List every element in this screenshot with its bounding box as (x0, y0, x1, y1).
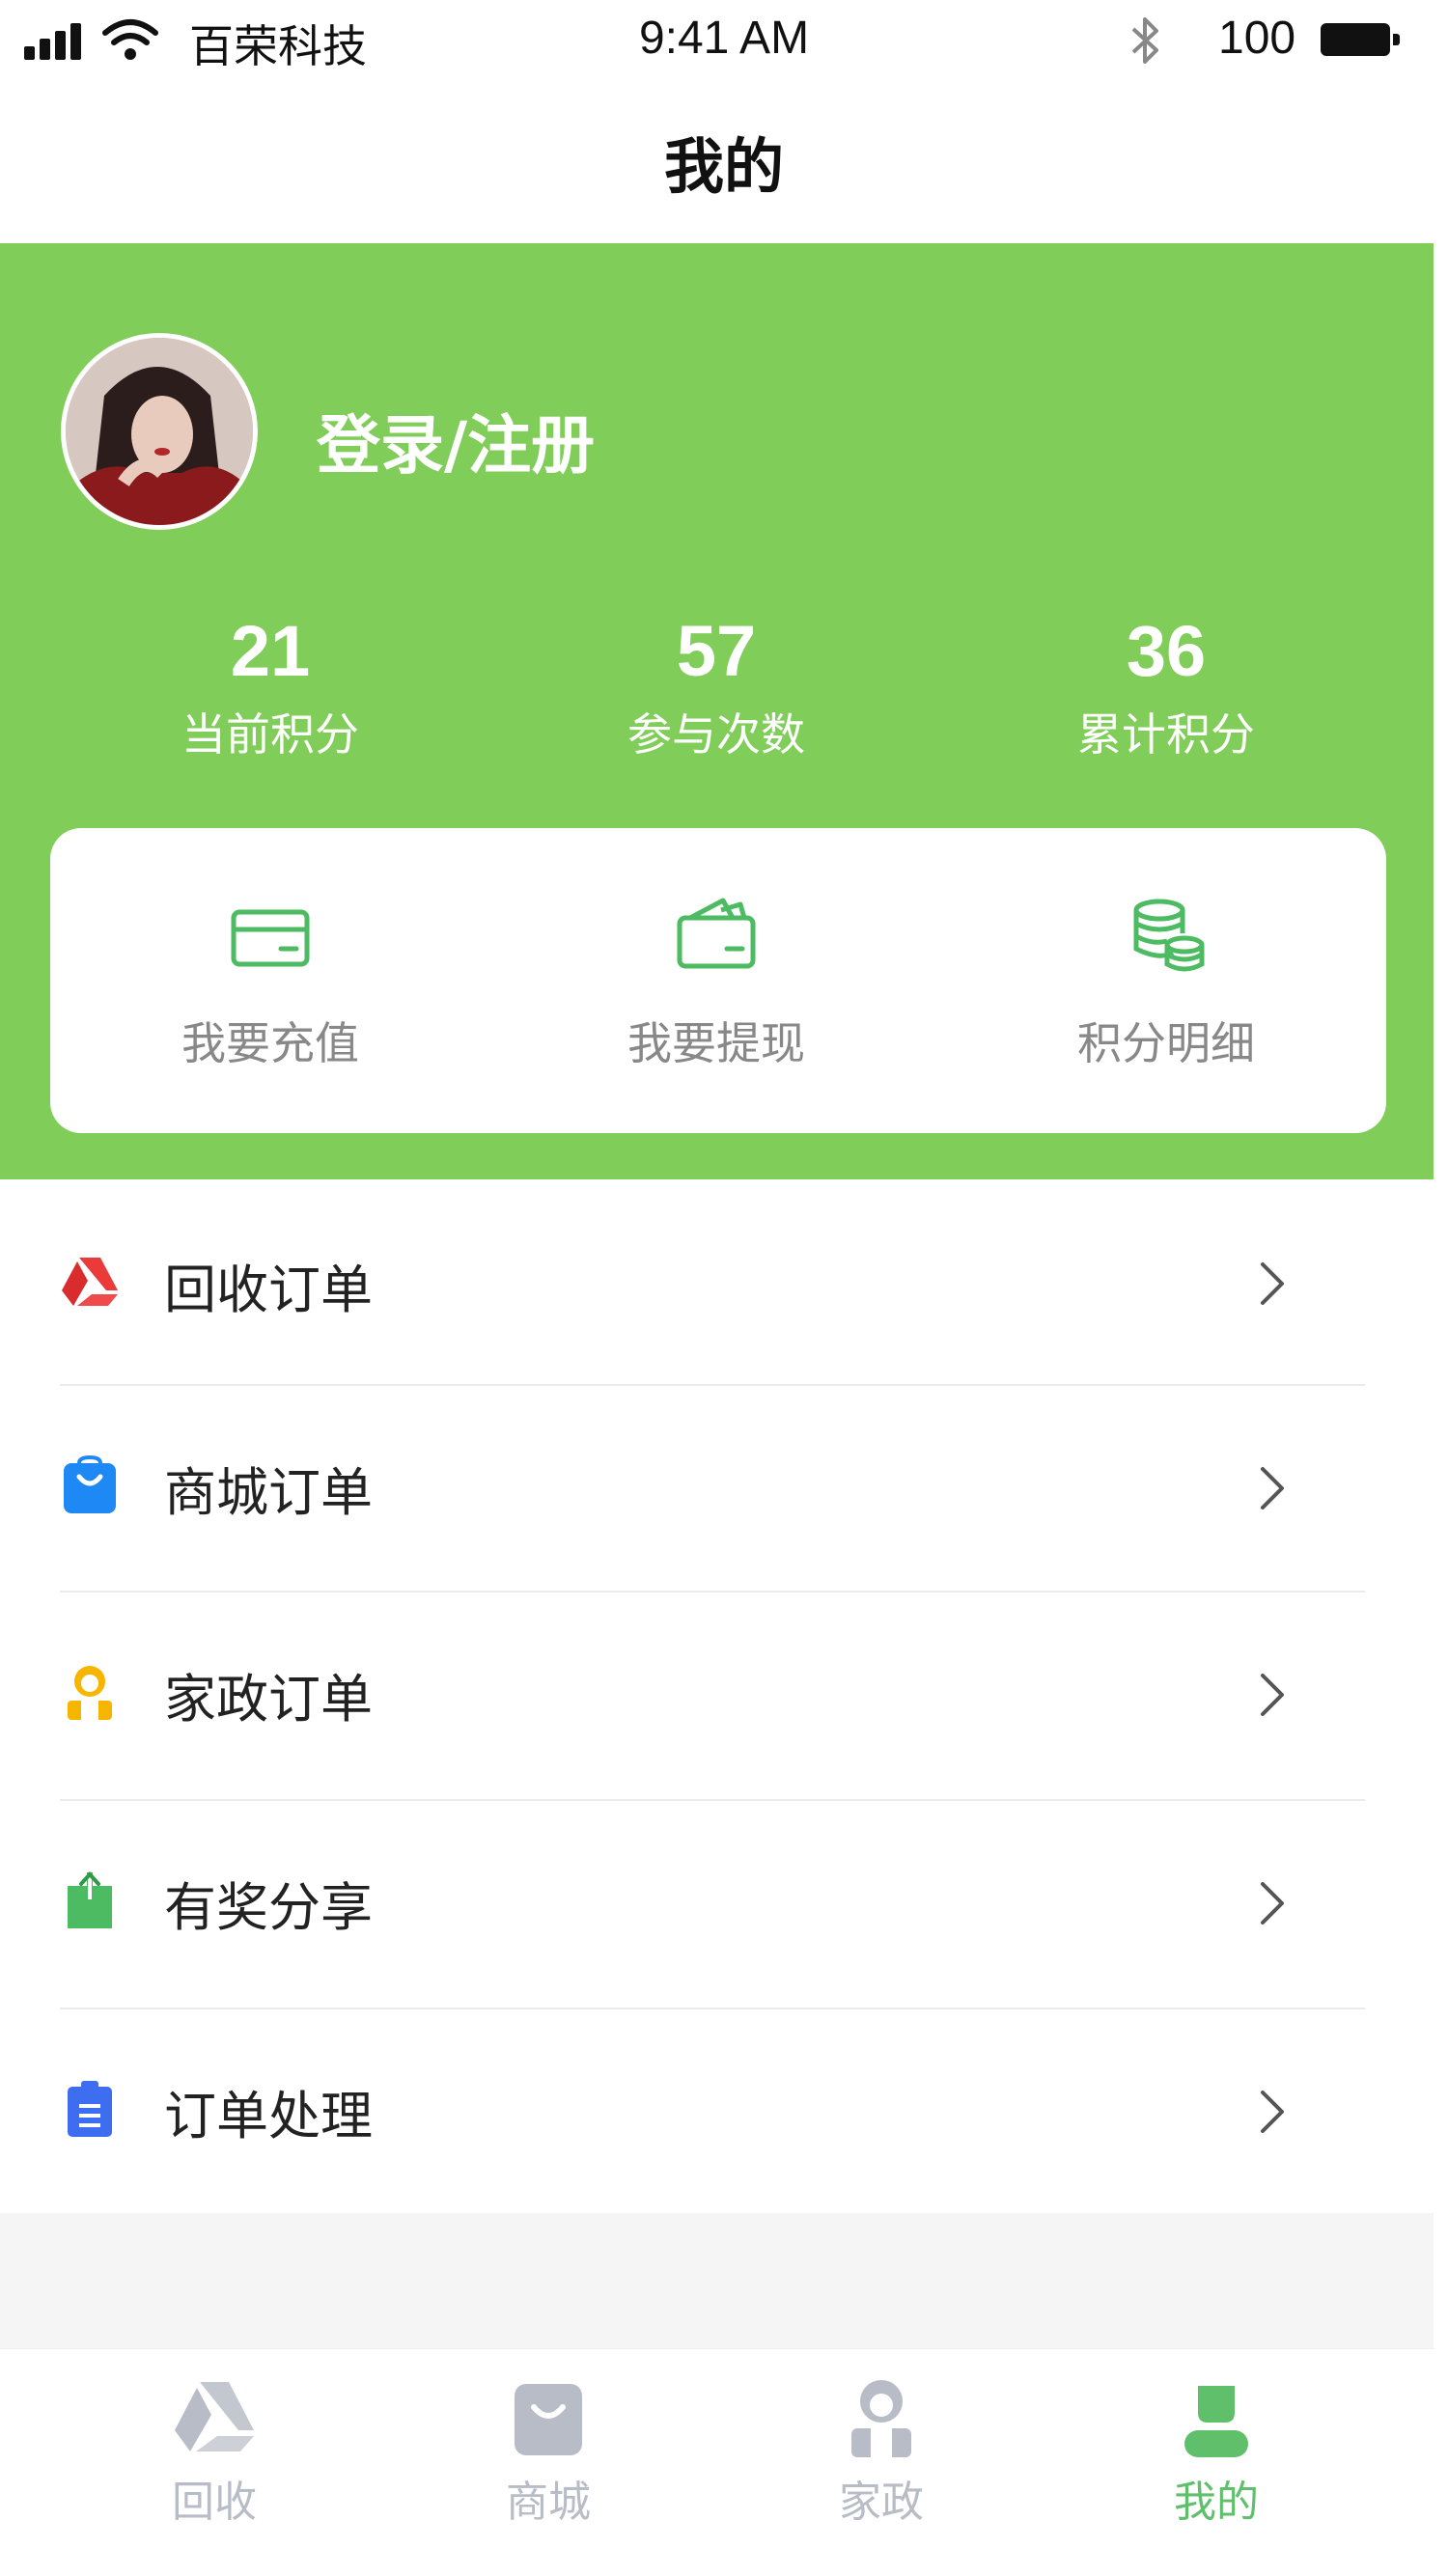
stat-value: 21 (230, 611, 311, 691)
chevron-right-icon (1261, 1467, 1284, 1510)
menu-label: 商城订单 (164, 1462, 373, 1523)
login-register-link[interactable]: 登录/注册 (317, 394, 595, 486)
tab-housekeeping[interactable]: 家政 (737, 2374, 1026, 2529)
chevron-right-icon (1261, 1674, 1284, 1716)
menu-item-mall-orders[interactable]: 商城订单 (0, 1386, 1434, 1591)
tab-label: 回收 (172, 2478, 257, 2527)
tab-profile[interactable]: 我的 (1072, 2374, 1361, 2529)
stat-label: 累计积分 (1077, 708, 1255, 761)
action-label: 我要提现 (627, 1017, 805, 1069)
tab-recycle[interactable]: 回收 (70, 2374, 359, 2529)
stat-label: 参与次数 (627, 708, 805, 761)
stat-total-points[interactable]: 36 累计积分 (983, 610, 1350, 763)
battery-percent: 100 (1218, 13, 1296, 64)
menu-item-recycle-orders[interactable]: 回收订单 (0, 1179, 1434, 1384)
menu-item-reward-share[interactable]: 有奖分享 (0, 1801, 1434, 2006)
mall-tab-icon (515, 2384, 582, 2455)
stat-value: 57 (676, 611, 757, 691)
card-icon (231, 909, 310, 967)
recharge-button[interactable]: 我要充值 (87, 893, 454, 1072)
bluetooth-icon (1131, 17, 1158, 64)
action-label: 积分明细 (1077, 1017, 1255, 1069)
chevron-right-icon (1261, 2091, 1284, 2133)
menu-item-order-processing[interactable]: 订单处理 (0, 2009, 1434, 2214)
recycle-icon (62, 1258, 118, 1306)
housekeeping-tab-icon (851, 2380, 911, 2457)
recycle-tab-icon (175, 2382, 254, 2451)
action-label: 我要充值 (181, 1017, 359, 1069)
tab-mall[interactable]: 商城 (404, 2374, 693, 2529)
stat-label: 当前积分 (181, 708, 359, 761)
withdraw-button[interactable]: 我要提现 (533, 893, 900, 1072)
stat-current-points[interactable]: 21 当前积分 (87, 610, 454, 763)
tab-label: 我的 (1174, 2478, 1259, 2527)
battery-icon (1321, 23, 1400, 56)
menu-label: 家政订单 (164, 1669, 373, 1730)
chevron-right-icon (1261, 1882, 1284, 1925)
profile-tab-icon (1184, 2386, 1248, 2457)
stat-participation-count[interactable]: 57 参与次数 (533, 610, 900, 763)
chevron-right-icon (1261, 1262, 1284, 1305)
wallet-icon (677, 898, 756, 969)
stat-value: 36 (1126, 611, 1207, 691)
tab-label: 商城 (506, 2478, 591, 2527)
page-title: 我的 (663, 131, 784, 202)
menu-label: 订单处理 (164, 2086, 373, 2147)
coins-icon (1133, 899, 1205, 972)
points-detail-button[interactable]: 积分明细 (983, 893, 1350, 1072)
menu-item-housekeeping-orders[interactable]: 家政订单 (0, 1593, 1434, 1797)
housekeeper-icon (68, 1666, 112, 1720)
tab-label: 家政 (839, 2478, 924, 2527)
shopping-bag-icon (64, 1455, 116, 1513)
clipboard-icon (68, 2081, 112, 2137)
spacer (0, 2213, 1434, 2348)
share-icon (68, 1871, 112, 1928)
avatar[interactable] (61, 333, 258, 530)
menu-label: 回收订单 (164, 1260, 373, 1320)
menu-label: 有奖分享 (164, 1877, 373, 1938)
